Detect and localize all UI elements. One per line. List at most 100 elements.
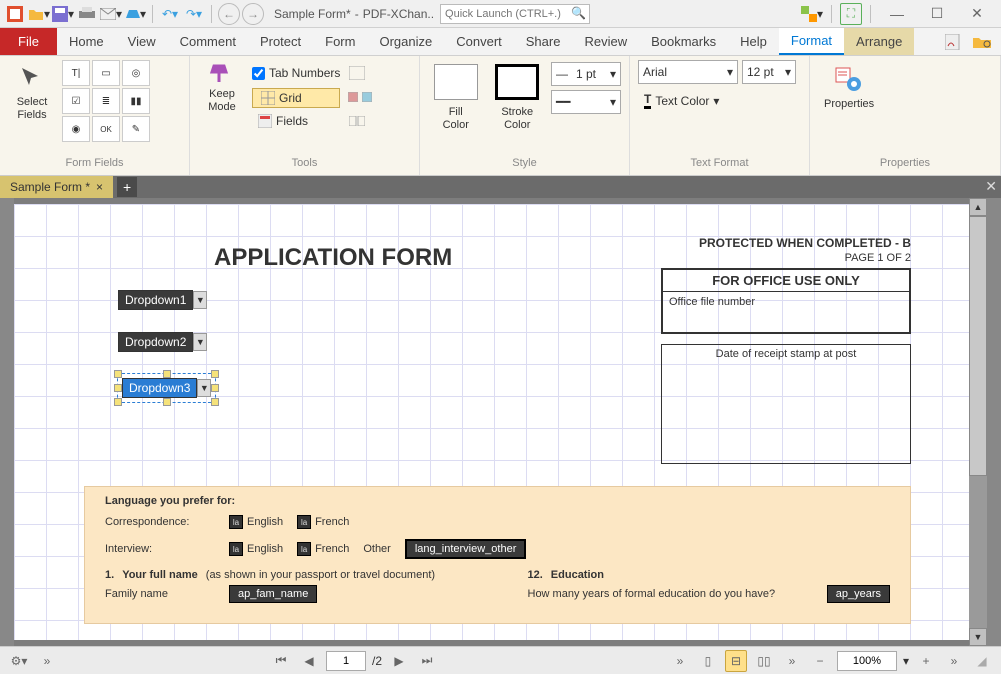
layout-continuous-icon[interactable]: ⊟ <box>725 650 747 672</box>
zoom-out-button[interactable]: − <box>809 650 831 672</box>
tab-help[interactable]: Help <box>728 28 779 55</box>
tab-convert[interactable]: Convert <box>444 28 514 55</box>
file-menu[interactable]: File <box>0 28 57 55</box>
family-name-field[interactable]: ap_fam_name <box>229 585 317 603</box>
scroll-up-button[interactable]: ▲ <box>969 198 987 216</box>
quick-launch-search[interactable]: 🔍 <box>440 4 590 24</box>
find-icon[interactable] <box>971 31 993 53</box>
select-fields-button[interactable]: Select Fields <box>8 60 56 126</box>
barcode-field-icon[interactable]: ▮▮ <box>122 88 150 114</box>
stroke-color-button[interactable]: Stroke Color <box>490 60 546 136</box>
next-page-button[interactable]: ▶ <box>388 650 410 672</box>
document-tab[interactable]: Sample Form *× <box>0 176 113 198</box>
layout-two-icon[interactable]: ▯▯ <box>753 650 775 672</box>
signature-field-icon[interactable]: ✎ <box>122 116 150 142</box>
page-input[interactable] <box>326 651 366 671</box>
tab-arrange[interactable]: Arrange <box>844 28 914 55</box>
chevrons-right-icon[interactable]: » <box>781 650 803 672</box>
ui-options-icon[interactable]: ▾ <box>801 3 823 25</box>
fill-color-button[interactable]: Fill Color <box>428 60 484 136</box>
fields-panel-button[interactable]: Fields <box>252 112 340 130</box>
keep-mode-button[interactable]: Keep Mode <box>198 60 246 118</box>
line-width-select[interactable]: — 1 pt ▾ <box>551 62 621 86</box>
dropdown-field-1[interactable]: Dropdown1▼ <box>118 290 207 310</box>
chevrons-left-icon[interactable]: » <box>36 650 58 672</box>
grid-toggle-button[interactable]: Grid <box>252 88 340 108</box>
tab-comment[interactable]: Comment <box>168 28 248 55</box>
search-icon: 🔍 <box>571 6 586 20</box>
chevrons-end-icon[interactable]: » <box>943 650 965 672</box>
fullscreen-icon[interactable]: ⛶ <box>840 3 862 25</box>
tab-protect[interactable]: Protect <box>248 28 313 55</box>
tab-numbers-checkbox[interactable]: Tab Numbers <box>252 62 340 84</box>
dropdown-field-icon[interactable]: OK <box>92 116 120 142</box>
receipt-stamp-box: Date of receipt stamp at post <box>661 344 911 464</box>
text-color-button[interactable]: T Text Color ▾ <box>638 90 801 111</box>
correspondence-french-checkbox[interactable]: laFrench <box>297 515 349 529</box>
left-pane-strip[interactable] <box>0 198 14 646</box>
properties-button[interactable]: Properties <box>818 60 880 115</box>
dropdown-field-3-selected[interactable]: Dropdown3▼ <box>118 374 215 402</box>
open-icon[interactable]: ▾ <box>28 3 50 25</box>
signature-icon[interactable] <box>943 31 965 53</box>
dropdown-field-2[interactable]: Dropdown2▼ <box>118 332 207 352</box>
text-field-icon[interactable]: T| <box>62 60 90 86</box>
zoom-level-input[interactable] <box>837 651 897 671</box>
layout-icon-4[interactable] <box>346 110 368 132</box>
tab-bookmarks[interactable]: Bookmarks <box>639 28 728 55</box>
button-field-icon[interactable]: ▭ <box>92 60 120 86</box>
right-pane-strip[interactable] <box>987 198 1001 646</box>
scroll-thumb[interactable] <box>969 216 987 476</box>
minimize-button[interactable]: — <box>879 3 915 25</box>
options-gear-icon[interactable]: ⚙▾ <box>8 650 30 672</box>
line-style-select[interactable]: ━━ ▾ <box>551 90 621 114</box>
maximize-button[interactable]: ☐ <box>919 3 955 25</box>
listbox-field-icon[interactable]: ≣ <box>92 88 120 114</box>
page-canvas[interactable]: APPLICATION FORM PROTECTED WHEN COMPLETE… <box>14 204 969 640</box>
tab-review[interactable]: Review <box>572 28 639 55</box>
interview-french-checkbox[interactable]: laFrench <box>297 542 349 556</box>
resize-grip-icon[interactable]: ◢ <box>971 650 993 672</box>
layout-icon-3[interactable] <box>360 86 374 108</box>
redo-icon[interactable]: ↷▾ <box>183 3 205 25</box>
tab-view[interactable]: View <box>116 28 168 55</box>
prev-page-button[interactable]: ◀ <box>298 650 320 672</box>
last-page-button[interactable]: ⏭ <box>416 650 438 672</box>
scan-icon[interactable]: ▾ <box>124 3 146 25</box>
scroll-down-button[interactable]: ▼ <box>969 628 987 646</box>
interview-other-field[interactable]: lang_interview_other <box>405 539 527 559</box>
nav-back-icon[interactable]: ← <box>218 3 240 25</box>
new-tab-button[interactable]: + <box>117 177 137 197</box>
zoom-in-button[interactable]: + <box>915 650 937 672</box>
undo-icon[interactable]: ↶▾ <box>159 3 181 25</box>
tab-format[interactable]: Format <box>779 28 844 55</box>
email-icon[interactable]: ▾ <box>100 3 122 25</box>
tabstrip-close-icon[interactable]: ✕ <box>985 178 997 195</box>
office-use-box: FOR OFFICE USE ONLY Office file number <box>661 268 911 334</box>
font-size-select[interactable]: 12 pt▾ <box>742 60 796 84</box>
save-icon[interactable]: ▾ <box>52 3 74 25</box>
tab-home[interactable]: Home <box>57 28 116 55</box>
image-field-icon[interactable]: ◎ <box>122 60 150 86</box>
checkbox-field-icon[interactable]: ☑ <box>62 88 90 114</box>
tab-form[interactable]: Form <box>313 28 367 55</box>
tab-close-icon[interactable]: × <box>96 180 103 194</box>
question-12: 12. Education <box>528 569 891 581</box>
layout-icon-2[interactable] <box>346 86 360 108</box>
close-button[interactable]: ✕ <box>959 3 995 25</box>
interview-english-checkbox[interactable]: laEnglish <box>229 542 283 556</box>
tab-organize[interactable]: Organize <box>367 28 444 55</box>
layout-single-icon[interactable]: ▯ <box>697 650 719 672</box>
vertical-scrollbar[interactable]: ▲ ▼ <box>969 198 987 646</box>
radio-field-icon[interactable]: ◉ <box>62 116 90 142</box>
app-icon[interactable] <box>4 3 26 25</box>
nav-fwd-icon[interactable]: → <box>242 3 264 25</box>
correspondence-english-checkbox[interactable]: laEnglish <box>229 515 283 529</box>
chevrons-mid-icon[interactable]: » <box>669 650 691 672</box>
tab-share[interactable]: Share <box>514 28 573 55</box>
first-page-button[interactable]: ⏮ <box>270 650 292 672</box>
font-name-select[interactable]: Arial▾ <box>638 60 738 84</box>
years-field[interactable]: ap_years <box>827 585 890 603</box>
print-icon[interactable] <box>76 3 98 25</box>
layout-icon-1[interactable] <box>346 62 368 84</box>
